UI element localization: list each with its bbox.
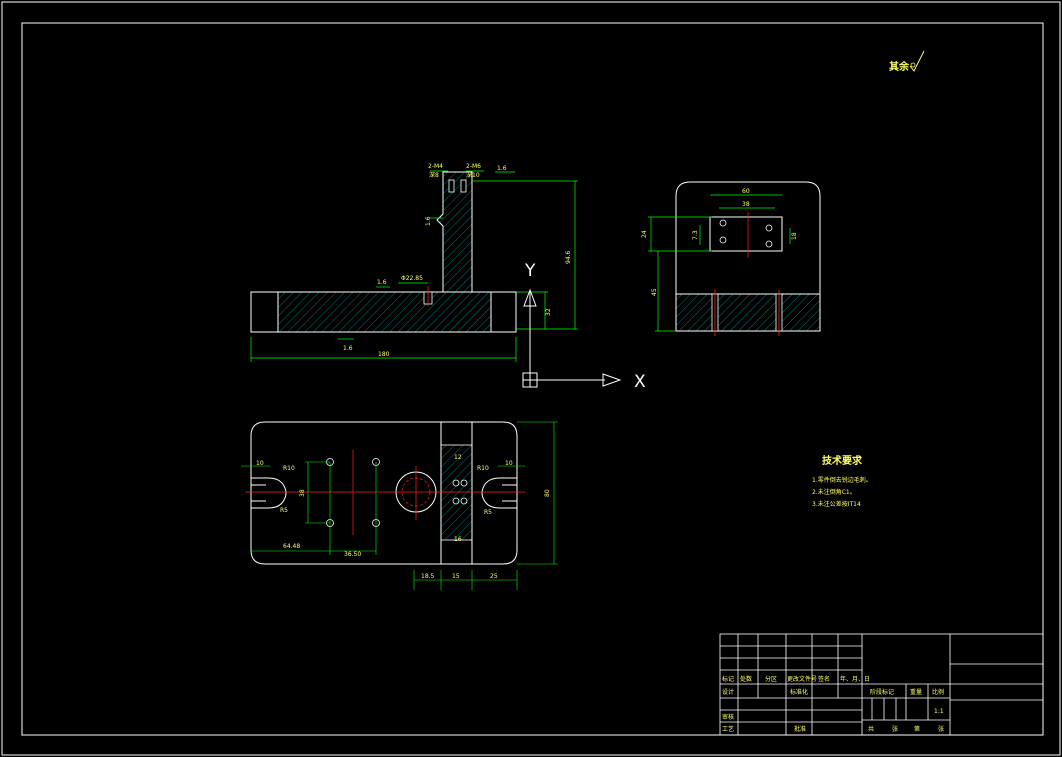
tb-label-change-doc: 更改文件号 bbox=[787, 675, 817, 683]
dim-side-left-1: 24 bbox=[641, 230, 648, 238]
dim-height-total: 94.6 bbox=[565, 250, 572, 264]
dim-plan-left-slot: 10 bbox=[256, 460, 264, 467]
dim-roughness-step: 1.6 bbox=[377, 279, 387, 286]
dim-roughness-top: 1.6 bbox=[497, 165, 507, 172]
dim-plan-left-offset: 64.48 bbox=[283, 543, 300, 550]
tb-standardization: 标准化 bbox=[790, 688, 808, 696]
x-axis-label: X bbox=[634, 372, 646, 392]
base-left-step bbox=[250, 291, 279, 333]
surface-finish-label: 其余 bbox=[889, 60, 910, 73]
tb-label-signature: 签名 bbox=[818, 675, 830, 683]
tb-approval: 批准 bbox=[794, 725, 806, 733]
tb-sheet-unit-1: 张 bbox=[892, 725, 898, 733]
tb-scale-value: 1:1 bbox=[934, 708, 944, 715]
tb-label-mark: 标记 bbox=[722, 675, 734, 683]
dim-roughness-base: 1.6 bbox=[343, 345, 353, 352]
dim-front-thread-1: 2-M4 bbox=[428, 163, 443, 170]
dim-front-thread-2: 2-M6 bbox=[466, 163, 481, 170]
technical-requirements: 技术要求 1.零件倒去锐边毛刺。 2.未注倒角C1。 3.未注公差按IT14 bbox=[812, 454, 872, 508]
dim-plan-bottom-3: 25 bbox=[490, 573, 498, 580]
plan-view: 10 10 R10 R5 R10 R5 38 64.48 36.50 18.5 … bbox=[241, 421, 558, 590]
dim-side-left-2: 7.3 bbox=[692, 230, 699, 240]
tb-designer: 设计 bbox=[722, 688, 734, 696]
dim-height-base: 32 bbox=[545, 308, 552, 316]
dim-front-thread-1-depth: 深8 bbox=[429, 171, 439, 179]
dim-side-top-outer: 60 bbox=[742, 188, 750, 195]
dim-plan-height: 80 bbox=[544, 489, 551, 497]
base-right-step bbox=[490, 291, 517, 333]
inner-frame-border bbox=[21, 22, 1044, 736]
dim-plan-r-left-bot: R5 bbox=[280, 507, 288, 514]
dim-plan-small-1: 12 bbox=[454, 454, 462, 461]
dim-bore-dia: Φ22.85 bbox=[401, 275, 423, 282]
cad-drawing-canvas: 其余 2-M4 深8 2-M6 深10 1.6 1.6 1.6 Φ22.85 1… bbox=[1, 1, 1061, 756]
tb-label-zone: 分区 bbox=[765, 675, 777, 683]
tb-sheet-unit-2: 张 bbox=[938, 725, 944, 733]
side-view: 60 38 24 7.3 18 45 bbox=[641, 181, 821, 336]
surface-finish-note: 其余 bbox=[889, 50, 925, 73]
dim-length-total: 180 bbox=[378, 351, 390, 358]
tech-req-item-3: 3.未注公差按IT14 bbox=[812, 500, 861, 508]
dim-plan-r-left-top: R10 bbox=[283, 465, 295, 472]
tb-sheet-total: 共 bbox=[868, 725, 874, 733]
tb-sheet-index: 第 bbox=[914, 725, 920, 733]
dim-plan-bottom-2: 15 bbox=[452, 573, 460, 580]
tech-req-title: 技术要求 bbox=[822, 454, 863, 467]
y-axis-label: Y bbox=[524, 261, 536, 281]
upright-column bbox=[436, 171, 473, 293]
dim-plan-right-slot: 10 bbox=[505, 460, 513, 467]
dim-front-thread-2-depth: 深10 bbox=[466, 171, 480, 179]
tech-req-item-2: 2.未注倒角C1。 bbox=[812, 488, 856, 496]
tb-weight: 重量 bbox=[910, 688, 922, 696]
dim-roughness-side: 1.6 bbox=[425, 216, 432, 226]
dim-plan-bottom-1: 18.5 bbox=[421, 573, 435, 580]
dim-side-height: 45 bbox=[651, 288, 658, 296]
tech-req-item-1: 1.零件倒去锐边毛刺。 bbox=[812, 476, 872, 484]
dim-plan-r-right-top: R10 bbox=[477, 465, 489, 472]
dim-side-right-1: 18 bbox=[791, 232, 798, 240]
dim-plan-hole-spacing-v: 38 bbox=[299, 489, 306, 497]
tb-label-date: 年、月、日 bbox=[840, 675, 870, 683]
base-section bbox=[277, 291, 492, 333]
roughness-symbol bbox=[909, 50, 925, 72]
tb-process: 工艺 bbox=[722, 725, 734, 733]
title-block bbox=[719, 633, 1044, 736]
dim-side-top-inner: 38 bbox=[742, 201, 750, 208]
tb-reviewer: 审核 bbox=[722, 713, 734, 721]
outer-sheet-border bbox=[1, 1, 1061, 756]
tb-stage-mark: 阶段标记 bbox=[870, 688, 894, 696]
dim-plan-hole-spacing-h: 36.50 bbox=[344, 551, 361, 558]
side-base-section bbox=[675, 293, 821, 332]
ucs-axis-icon: Y X bbox=[522, 261, 646, 392]
tb-scale: 比例 bbox=[932, 688, 944, 696]
dim-plan-small-2: 16 bbox=[454, 536, 462, 543]
tb-label-count: 处数 bbox=[740, 675, 752, 683]
dim-plan-r-right-bot: R5 bbox=[484, 509, 492, 516]
